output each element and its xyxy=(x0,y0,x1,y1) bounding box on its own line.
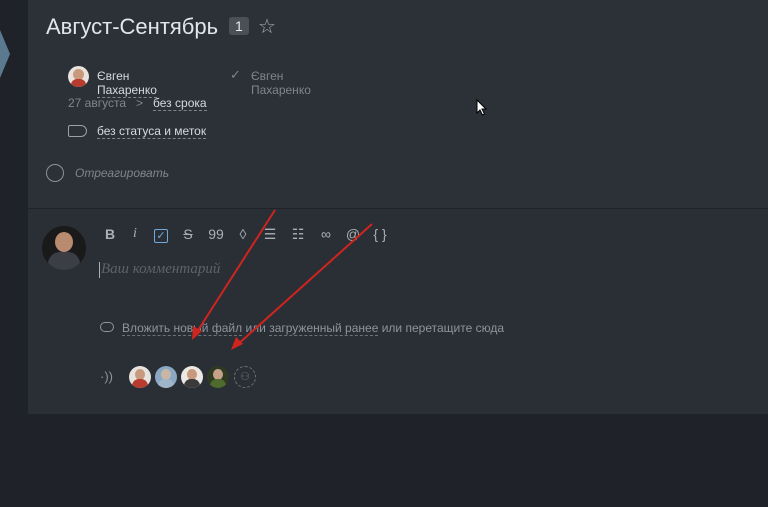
annotation-arrow-2 xyxy=(235,223,373,347)
annotation-arrows xyxy=(192,209,373,350)
annotation-arrow-1 xyxy=(194,209,276,336)
annotation-arrowhead-2 xyxy=(231,337,243,350)
